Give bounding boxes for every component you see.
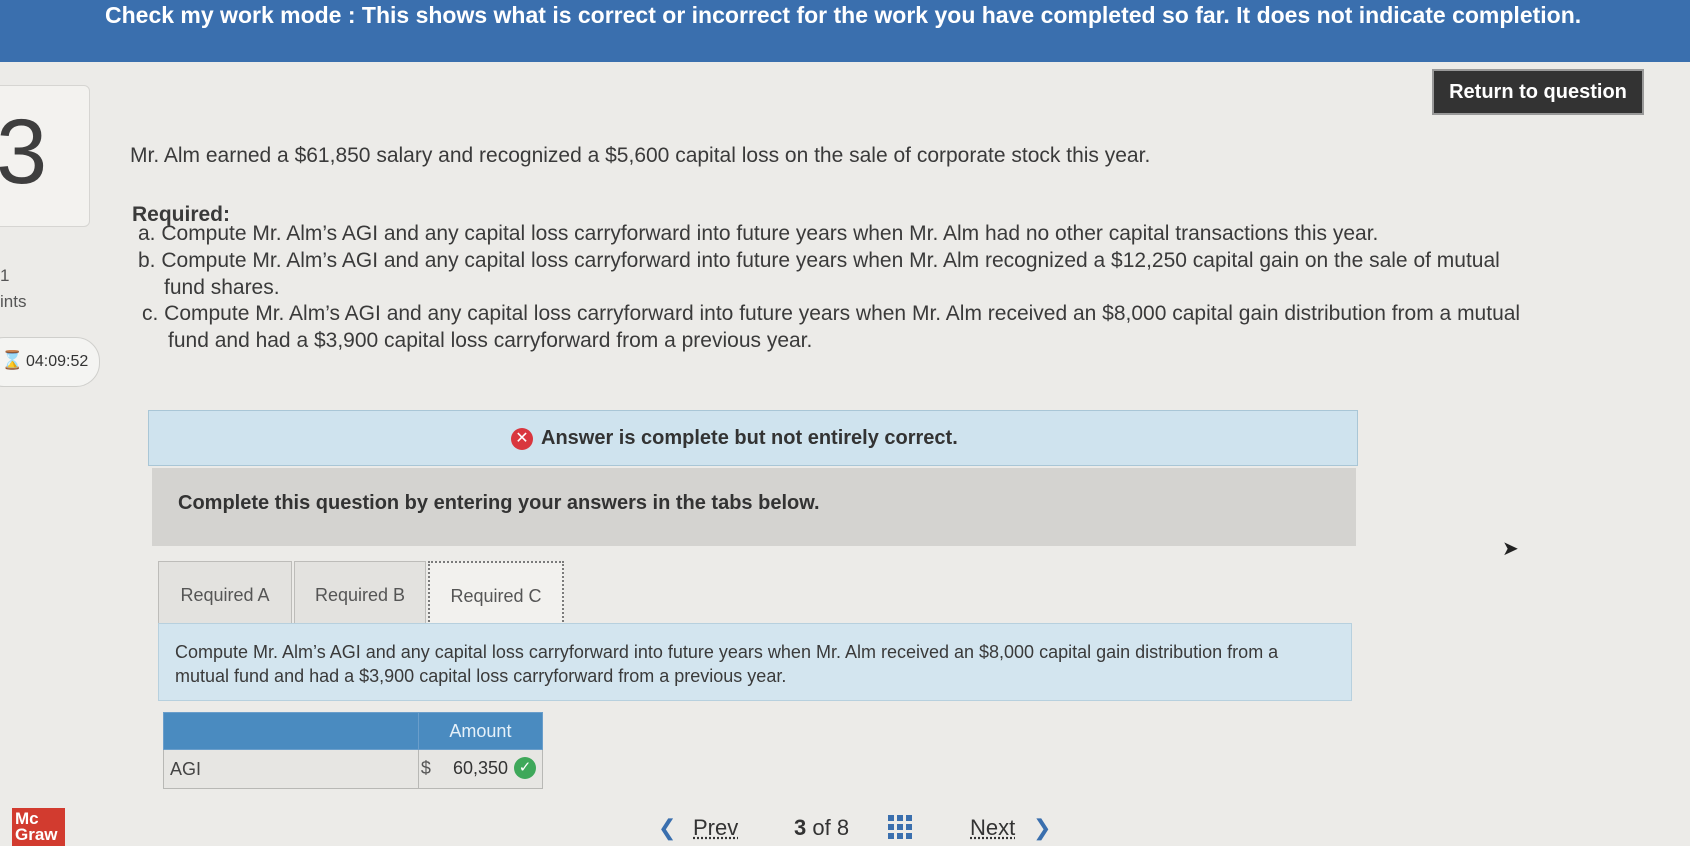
required-item-b: b. Compute Mr. Alm’s AGI and any capital… (138, 249, 1500, 299)
correct-check-icon: ✓ (514, 757, 536, 779)
mouse-cursor-icon: ➤ (1502, 538, 1519, 560)
tab-description: Compute Mr. Alm’s AGI and any capital lo… (158, 623, 1352, 701)
table-row: AGI $ 60,350 ✓ (163, 749, 544, 789)
mcgraw-logo: Mc Graw (12, 808, 65, 846)
error-x-icon: ✕ (511, 428, 533, 450)
return-to-question-button[interactable]: Return to question (1432, 69, 1644, 115)
points-value: 1 (0, 266, 10, 285)
tab-required-b[interactable]: Required B (294, 561, 426, 629)
check-my-work-banner: Check my work mode : This shows what is … (0, 0, 1690, 62)
currency-symbol: $ (420, 758, 431, 778)
page-current: 3 (794, 815, 807, 840)
hourglass-icon: ⌛ (1, 350, 24, 370)
page-indicator: 3 of 8 (794, 815, 849, 841)
page-total: 8 (836, 815, 850, 840)
prev-button[interactable]: Prev (693, 815, 738, 841)
question-grid-icon[interactable] (888, 815, 912, 839)
question-number: 3 (0, 101, 48, 203)
page-of: of (812, 815, 831, 840)
row-label-agi: AGI (163, 749, 419, 789)
points-label: ints (0, 292, 27, 311)
chevron-right-icon[interactable]: ❯ (1033, 815, 1051, 841)
timer: ⌛ 04:09:52 (0, 337, 100, 387)
tab-required-a[interactable]: Required A (158, 561, 292, 629)
next-button[interactable]: Next (970, 815, 1015, 841)
table-header-amount: Amount (417, 712, 544, 750)
required-item-c: c. Compute Mr. Alm’s AGI and any capital… (142, 302, 1521, 352)
table-header-blank (163, 712, 419, 750)
instructions-bar: Complete this question by entering your … (152, 468, 1356, 546)
answer-table: Amount AGI $ 60,350 ✓ (163, 712, 544, 789)
chevron-left-icon[interactable]: ❮ (658, 815, 676, 841)
tab-required-c[interactable]: Required C (428, 561, 564, 629)
timer-text: 04:09:52 (26, 353, 89, 370)
answer-status-text: Answer is complete but not entirely corr… (541, 427, 958, 449)
answer-status-bar: ✕ Answer is complete but not entirely co… (148, 410, 1358, 466)
agi-amount-input[interactable]: $ 60,350 ✓ (417, 749, 544, 789)
required-item-a: a. Compute Mr. Alm’s AGI and any capital… (138, 222, 1379, 245)
agi-amount-value: 60,350 (452, 758, 508, 778)
question-intro: Mr. Alm earned a $61,850 salary and reco… (130, 144, 1151, 167)
